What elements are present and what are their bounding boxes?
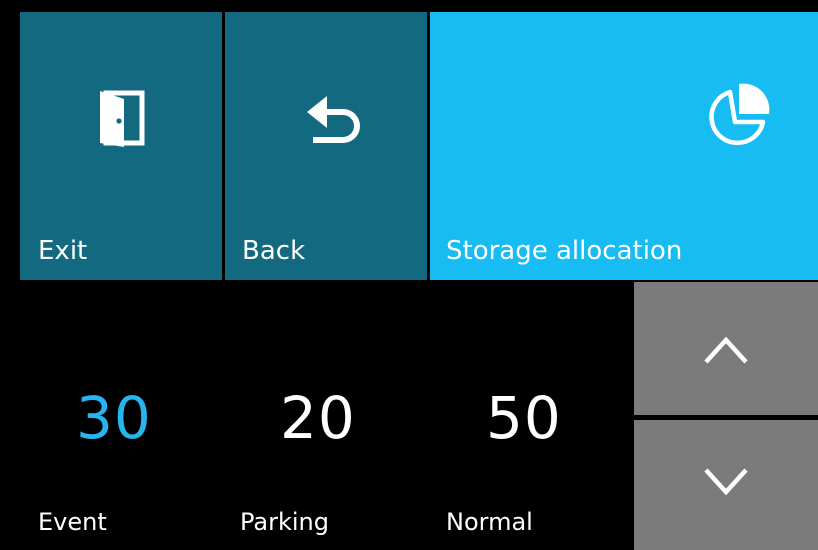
event-value: 30 — [76, 384, 152, 452]
door-exit-icon — [92, 87, 148, 149]
storage-allocation-tile[interactable]: Storage allocation — [430, 12, 818, 280]
event-label: Event — [38, 508, 107, 536]
storage-allocation-screen: Exit Back Storage allocation 30 Event 20… — [0, 0, 818, 550]
back-label: Back — [242, 236, 306, 266]
pie-chart-icon — [697, 76, 777, 156]
decrease-button[interactable] — [634, 420, 818, 550]
parking-value: 20 — [280, 384, 356, 452]
chevron-up-icon — [704, 336, 748, 368]
event-allocation[interactable]: 30 Event — [20, 280, 220, 550]
normal-value: 50 — [486, 384, 562, 452]
storage-allocation-label: Storage allocation — [446, 236, 683, 266]
exit-label: Exit — [38, 236, 88, 266]
normal-label: Normal — [446, 508, 533, 536]
increase-button[interactable] — [634, 282, 818, 415]
back-button[interactable]: Back — [225, 12, 427, 280]
normal-allocation[interactable]: 50 Normal — [428, 280, 633, 550]
back-arrow-icon — [303, 90, 367, 154]
parking-label: Parking — [240, 508, 329, 536]
exit-button[interactable]: Exit — [20, 12, 222, 280]
parking-allocation[interactable]: 20 Parking — [222, 280, 427, 550]
chevron-down-icon — [704, 468, 748, 500]
